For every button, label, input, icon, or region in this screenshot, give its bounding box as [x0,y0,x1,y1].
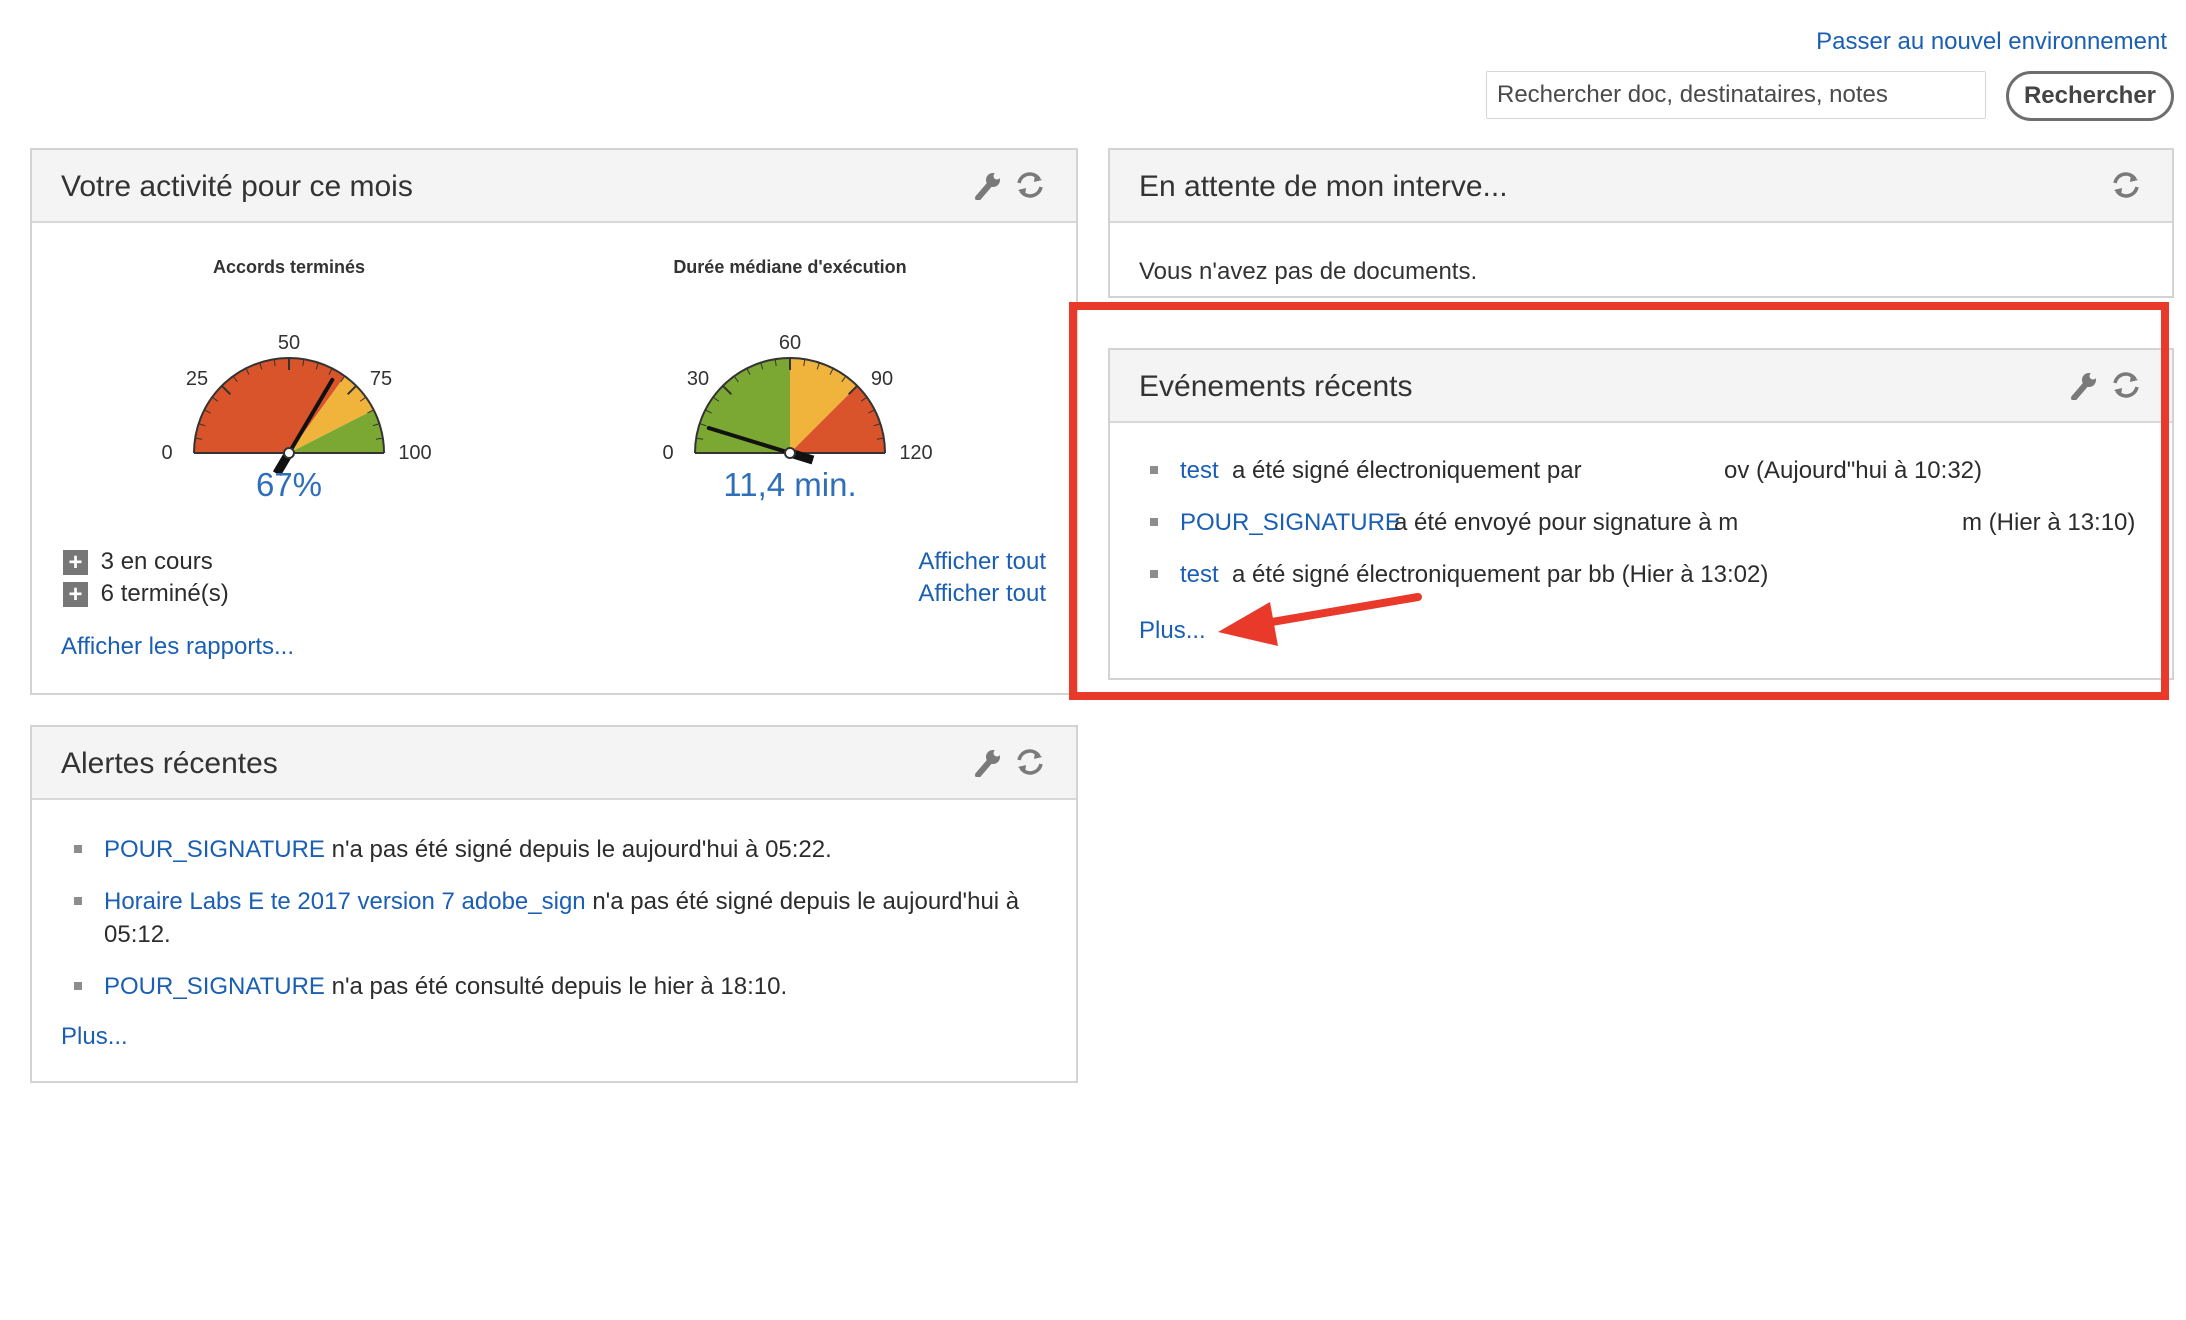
gauge-tick-label: 120 [899,442,932,464]
gauge-tick-label: 30 [687,368,709,390]
panel-title: En attente de mon interve... [1139,170,1508,203]
bullet-icon [74,897,82,905]
expand-plus-icon[interactable]: + [63,582,88,608]
gauge-hub [283,447,295,459]
bullet-icon [74,982,82,990]
alerts-list: POUR_SIGNATURE n'a pas été signé depuis … [74,833,1054,1003]
expand-plus-icon[interactable]: + [63,550,88,576]
in-progress-count: 3 en cours [100,548,213,575]
gauge-tick-label: 90 [871,368,893,390]
alerts-panel-header: Alertes récentes [32,727,1076,800]
refresh-icon[interactable] [2110,170,2142,200]
gauge-duration-title: Durée médiane d'exécution [673,257,907,277]
search-button[interactable]: Rechercher [2006,71,2174,121]
search-input[interactable] [1486,71,1986,119]
no-documents-text: Vous n'avez pas de documents. [1139,258,1478,285]
in-progress-row[interactable]: + 3 en cours [63,548,213,576]
activity-panel-header: Votre activité pour ce mois [32,150,1076,223]
alerts-more-link[interactable]: Plus... [61,1023,128,1051]
list-item: POUR_SIGNATURE n'a pas été consulté depu… [74,970,1054,1003]
alert-document-link[interactable]: POUR_SIGNATURE [104,836,325,863]
gauge-tick-label: 60 [779,332,801,354]
completed-count: 6 terminé(s) [100,580,229,607]
panel-title: Votre activité pour ce mois [61,170,413,203]
activity-panel: Votre activité pour ce mois Accords term… [30,148,1078,695]
gauge-tick-label: 25 [186,368,208,390]
list-item: POUR_SIGNATURE n'a pas été signé depuis … [74,833,1054,866]
switch-environment-link[interactable]: Passer au nouvel environnement [1816,28,2167,56]
gauge-completed-value: 67% [255,466,323,503]
list-item: Horaire Labs E te 2017 version 7 adobe_s… [74,885,1054,951]
completed-row[interactable]: + 6 terminé(s) [63,580,229,608]
refresh-icon[interactable] [1014,747,1046,777]
alert-text: n'a pas été signé depuis le aujourd'hui … [324,836,832,863]
waiting-panel-header: En attente de mon interve... [1110,150,2172,223]
gauge-hub [784,447,796,459]
bullet-icon [74,845,82,853]
wrench-icon[interactable] [974,747,1002,777]
gauge-tick-label: 75 [370,368,392,390]
alert-text: n'a pas été signé depuis le aujourd'hui … [585,888,1020,915]
gauge-tick-label: 100 [398,442,431,464]
waiting-panel: En attente de mon interve... Vous n'avez… [1108,148,2174,298]
view-reports-link[interactable]: Afficher les rapports... [61,633,294,661]
gauge-tick-label: 0 [161,442,172,464]
panel-title: Alertes récentes [61,747,278,780]
recent-alerts-panel: Alertes récentes POUR_SIGNATURE n'a pas … [30,725,1078,1083]
alert-text: n'a pas été consulté depuis le hier à 18… [324,973,788,1000]
refresh-icon[interactable] [1014,170,1046,200]
view-all-completed-link[interactable]: Afficher tout [918,580,1046,608]
gauge-tick-label: 0 [662,442,673,464]
gauge-duration-value: 11,4 min. [723,466,857,503]
alert-document-link[interactable]: POUR_SIGNATURE [104,973,325,1000]
view-all-in-progress-link[interactable]: Afficher tout [918,548,1046,576]
arrow-annotation [1218,593,1422,646]
gauge-tick-label: 50 [278,332,300,354]
wrench-icon[interactable] [974,170,1002,200]
alert-text-line2: 05:12. [104,921,171,948]
gauge-completed-title: Accords terminés [212,257,366,277]
alert-document-link[interactable]: Horaire Labs E te 2017 version 7 adobe_s… [104,888,586,915]
